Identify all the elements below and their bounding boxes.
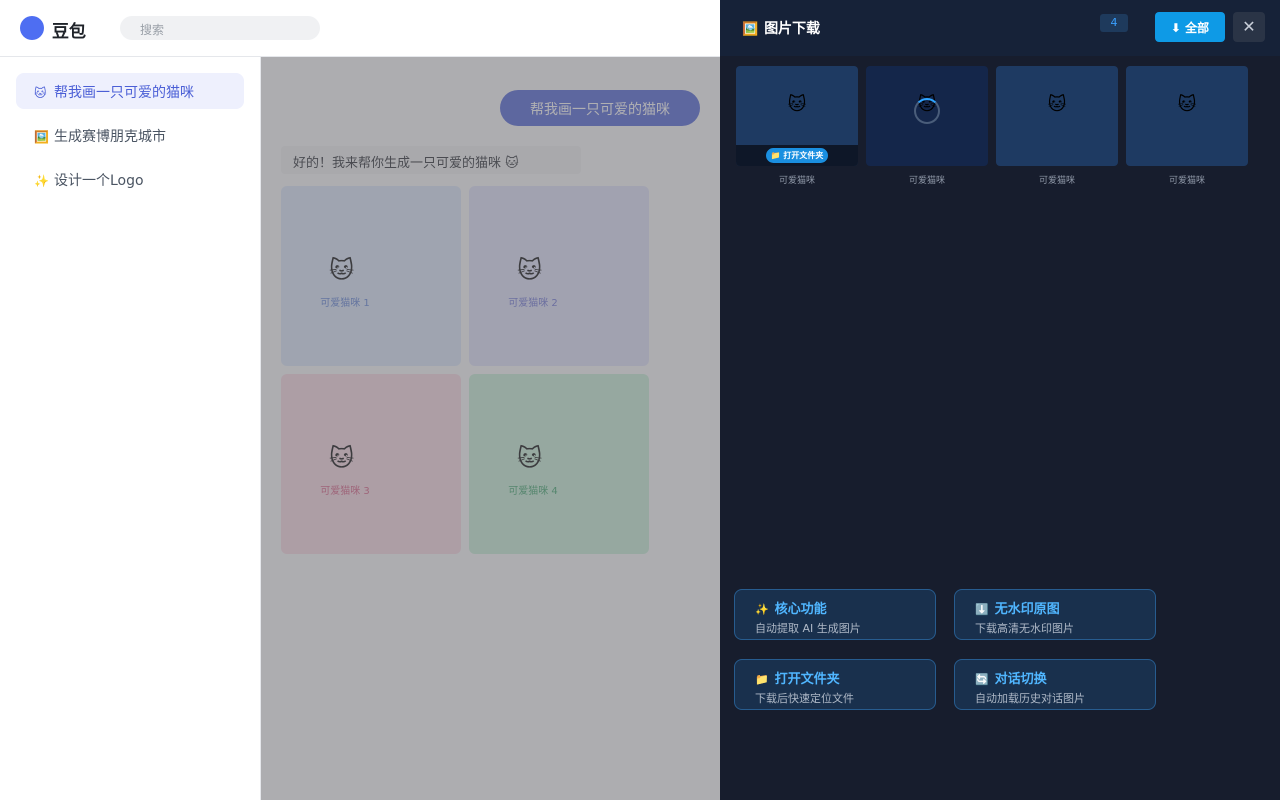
thumbnail-3[interactable]: 🐱	[996, 66, 1118, 166]
app-topbar: 豆包 搜索	[0, 0, 720, 57]
image-caption: 可爱猫咪 2	[508, 298, 558, 309]
thumbnail-caption: 可爱猫咪	[1168, 176, 1205, 186]
app-name: 豆包	[52, 22, 86, 42]
app-logo	[20, 16, 44, 40]
feature-title: ⬇️ 无水印原图	[975, 598, 1060, 617]
feature-title-text: 核心功能	[774, 602, 827, 617]
sidebar-item-label: 帮我画一只可爱的猫咪	[54, 85, 194, 101]
sidebar: 🐱 帮我画一只可爱的猫咪 🖼️ 生成赛博朋克城市 ✨ 设计一个Logo	[0, 57, 261, 800]
close-icon[interactable]: ✕	[1233, 12, 1265, 42]
sparkles-icon: ✨	[34, 174, 49, 188]
panel-header: 🖼️ 图片下载 4 ⬇ 全部 ✕	[720, 0, 1280, 56]
cat-icon: 🐱	[787, 94, 807, 115]
download-icon: ⬇️	[975, 603, 989, 616]
cat-icon: 🐱	[517, 256, 543, 284]
image-download-panel: 🖼️ 图片下载 4 ⬇ 全部 ✕ 🐱 📁 打开文件夹 可爱猫咪 🐱 可爱猫咪 🐱 …	[720, 0, 1280, 800]
picture-icon: 🖼️	[742, 22, 759, 37]
loading-spinner-icon	[914, 98, 940, 124]
download-all-button[interactable]: ⬇ 全部	[1155, 12, 1225, 42]
generated-image-1[interactable]: 🐱 可爱猫咪 1	[281, 186, 461, 366]
chat-area: 帮我画一只可爱的猫咪 好的！我来帮你生成一只可爱的猫咪 🐱 🐱 可爱猫咪 1 🐱…	[261, 57, 720, 800]
sidebar-item-cat[interactable]: 🐱 帮我画一只可爱的猫咪	[16, 73, 244, 109]
feature-title-text: 打开文件夹	[774, 672, 840, 687]
feature-desc: 自动加载历史对话图片	[975, 692, 1085, 705]
feature-title: 🔄 对话切换	[975, 668, 1047, 687]
cat-icon: 🐱	[1047, 94, 1067, 115]
thumbnail-2[interactable]: 🐱	[866, 66, 988, 166]
sidebar-item-label: 生成赛博朋克城市	[54, 129, 166, 145]
feature-title-text: 无水印原图	[994, 602, 1060, 617]
bot-message: 好的！我来帮你生成一只可爱的猫咪 🐱	[281, 146, 581, 174]
generated-image-3[interactable]: 🐱 可爱猫咪 3	[281, 374, 461, 554]
refresh-icon: 🔄	[975, 673, 989, 686]
panel-title: 🖼️ 图片下载	[742, 18, 820, 38]
sparkles-icon: ✨	[755, 603, 769, 616]
feature-desc: 下载高清无水印图片	[975, 622, 1074, 635]
cat-icon: 🐱	[1177, 94, 1197, 115]
thumbnail-caption: 可爱猫咪	[778, 176, 815, 186]
cat-icon: 🐱	[329, 444, 355, 472]
open-folder-button[interactable]: 📁 打开文件夹	[766, 148, 828, 163]
thumbnail-caption: 可爱猫咪	[908, 176, 945, 186]
image-caption: 可爱猫咪 1	[320, 298, 370, 309]
sidebar-item-label: 设计一个Logo	[54, 173, 144, 189]
feature-title: ✨ 核心功能	[755, 598, 827, 617]
thumbnail-4[interactable]: 🐱	[1126, 66, 1248, 166]
picture-icon: 🖼️	[34, 130, 49, 144]
image-caption: 可爱猫咪 4	[508, 486, 558, 497]
thumbnail-1[interactable]: 🐱 📁 打开文件夹	[736, 66, 858, 166]
feature-desc: 自动提取 AI 生成图片	[755, 622, 861, 635]
image-count-badge: 4	[1100, 14, 1128, 32]
sidebar-item-logo[interactable]: ✨ 设计一个Logo	[16, 161, 244, 197]
panel-title-text: 图片下载	[764, 21, 821, 37]
user-message: 帮我画一只可爱的猫咪	[500, 90, 700, 126]
folder-icon: 📁	[755, 673, 769, 686]
feature-card-open-folder: 📁 打开文件夹 下载后快速定位文件	[734, 659, 936, 710]
feature-card-chat-switch: 🔄 对话切换 自动加载历史对话图片	[954, 659, 1156, 710]
cat-icon: 🐱	[34, 86, 47, 100]
thumbnail-caption: 可爱猫咪	[1038, 176, 1075, 186]
image-caption: 可爱猫咪 3	[320, 486, 370, 497]
sidebar-item-cyberpunk[interactable]: 🖼️ 生成赛博朋克城市	[16, 117, 244, 153]
feature-title-text: 对话切换	[994, 672, 1047, 687]
cat-icon: 🐱	[517, 444, 543, 472]
feature-desc: 下载后快速定位文件	[755, 692, 854, 705]
search-input[interactable]: 搜索	[120, 16, 320, 40]
generated-image-4[interactable]: 🐱 可爱猫咪 4	[469, 374, 649, 554]
generated-image-2[interactable]: 🐱 可爱猫咪 2	[469, 186, 649, 366]
feature-card-core: ✨ 核心功能 自动提取 AI 生成图片	[734, 589, 936, 640]
cat-icon: 🐱	[329, 256, 355, 284]
feature-card-no-watermark: ⬇️ 无水印原图 下载高清无水印图片	[954, 589, 1156, 640]
feature-title: 📁 打开文件夹	[755, 668, 840, 687]
